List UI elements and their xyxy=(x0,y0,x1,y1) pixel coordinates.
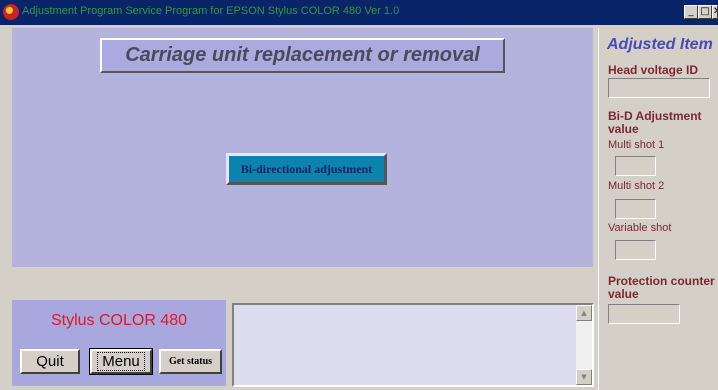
close-button[interactable]: ✕ xyxy=(712,5,718,19)
page-title: Carriage unit replacement or removal xyxy=(125,44,480,66)
menu-button[interactable]: Menu xyxy=(89,348,153,375)
scroll-up-icon[interactable]: ▲ xyxy=(576,305,592,321)
multi-shot-1-field[interactable] xyxy=(615,156,656,176)
title-bar: Adjustment Program Service Program for E… xyxy=(0,0,718,25)
protection-counter-label: Protection counter value xyxy=(608,274,715,301)
minimize-button[interactable]: _ xyxy=(684,5,698,19)
variable-shot-field[interactable] xyxy=(615,240,656,260)
log-textarea[interactable]: ▲ ▼ xyxy=(232,303,594,387)
bi-directional-adjustment-label: Bi-directional adjustment xyxy=(240,161,373,176)
multi-shot-2-field[interactable] xyxy=(615,199,656,219)
main-panel: Carriage unit replacement or removal Bi-… xyxy=(12,28,593,267)
bid-adjustment-label: Bi-D Adjustment value xyxy=(608,109,702,136)
adjusted-item-panel: Adjusted Item Head voltage ID Bi-D Adjus… xyxy=(598,28,718,390)
multi-shot-2-label: Multi shot 2 xyxy=(608,180,665,192)
maximize-button[interactable]: □ xyxy=(698,5,712,19)
multi-shot-1-label: Multi shot 1 xyxy=(608,139,665,151)
quit-button[interactable]: Quit xyxy=(20,349,80,374)
head-voltage-field[interactable] xyxy=(608,78,710,98)
get-status-button[interactable]: Get status xyxy=(159,349,222,374)
model-panel: Stylus COLOR 480 Quit Menu Get status xyxy=(12,300,226,386)
protection-counter-field[interactable] xyxy=(608,304,680,324)
log-scrollbar[interactable]: ▲ ▼ xyxy=(576,305,592,385)
model-label: Stylus COLOR 480 xyxy=(50,312,188,329)
adjusted-item-title: Adjusted Item xyxy=(607,36,713,53)
menu-button-label: Menu xyxy=(97,352,145,371)
scroll-down-icon[interactable]: ▼ xyxy=(576,369,592,385)
window-title: Adjustment Program Service Program for E… xyxy=(22,5,400,17)
bi-directional-adjustment-button[interactable]: Bi-directional adjustment xyxy=(226,153,387,185)
app-icon[interactable] xyxy=(3,4,19,20)
variable-shot-label: Variable shot xyxy=(608,222,672,234)
head-voltage-label: Head voltage ID xyxy=(608,63,699,77)
header-box: Carriage unit replacement or removal xyxy=(100,38,505,73)
log-text xyxy=(238,309,574,383)
